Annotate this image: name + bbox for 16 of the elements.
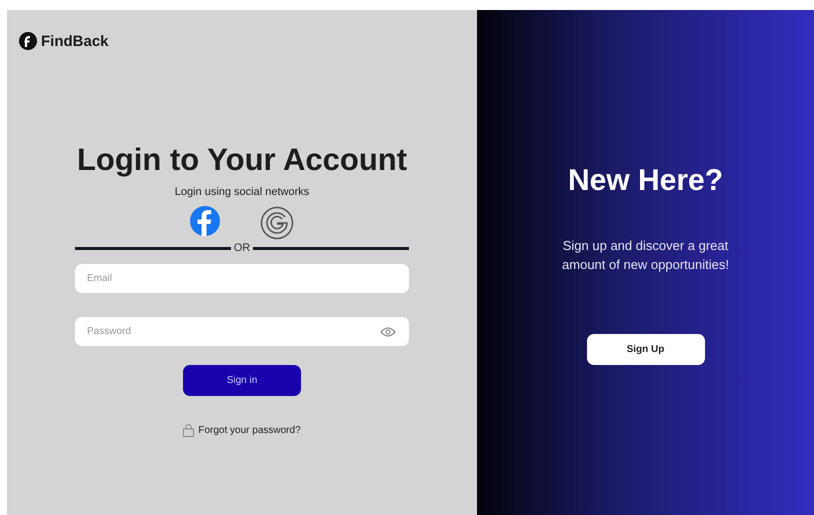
logo-icon	[19, 32, 37, 50]
sign-up-button[interactable]: Sign Up	[586, 334, 704, 365]
login-title: Login to Your Account	[76, 142, 408, 178]
email-field[interactable]: Email	[75, 264, 409, 293]
eye-icon[interactable]	[380, 327, 396, 337]
lock-icon	[183, 423, 194, 437]
sign-in-button[interactable]: Sign in	[183, 365, 301, 396]
password-field[interactable]: Password	[75, 317, 409, 346]
facebook-icon[interactable]	[190, 206, 220, 236]
brand-name: FindBack	[41, 32, 109, 50]
signup-text: Sign up and discover a great amount of new opportunities!	[561, 237, 730, 274]
or-divider-label: OR	[234, 242, 250, 254]
login-subtitle: Login using social networks	[174, 186, 310, 198]
signup-title: New Here?	[568, 164, 724, 198]
google-icon[interactable]	[260, 206, 294, 240]
forgot-password-link[interactable]: Forgot your password?	[198, 424, 301, 436]
